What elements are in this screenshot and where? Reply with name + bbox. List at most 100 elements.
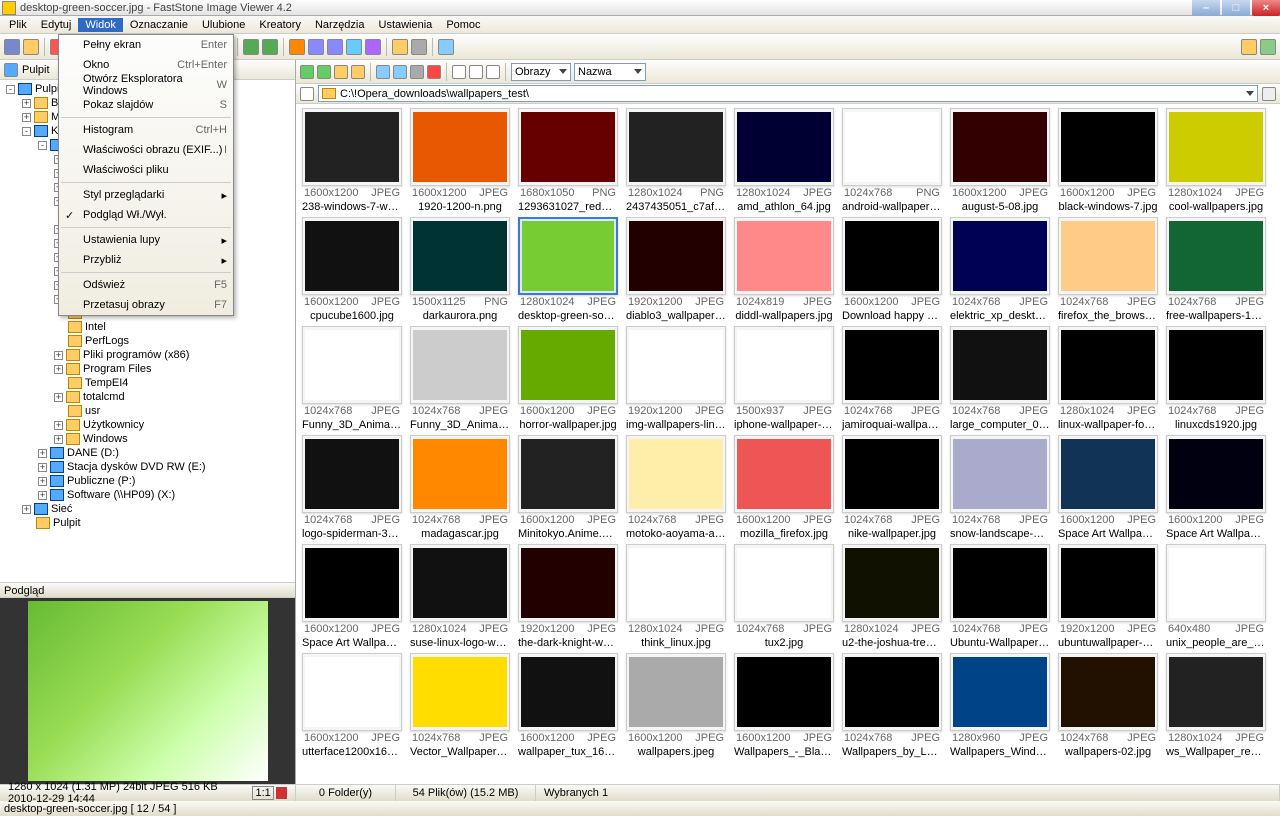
redo-icon[interactable] (262, 39, 278, 55)
thumbnail[interactable]: 1280x1024JPEGcool-wallpapers.jpg (1164, 108, 1268, 213)
thumbnail[interactable]: 640x480JPEGunix_people_are_hap... (1164, 544, 1268, 649)
ratio-button[interactable]: 1:1 (252, 786, 273, 800)
thumbnail[interactable]: 1024x768JPEGWallpapers_by_Lubel... (840, 653, 944, 758)
menu-item[interactable]: ✓Podgląd Wł./Wył. (59, 205, 233, 225)
thumbnail[interactable]: 1600x1200JPEGutterface1200x1600.j... (300, 653, 404, 758)
view-thumbs-icon[interactable] (452, 65, 466, 79)
thumbnail[interactable]: 1600x1200JPEG1920-1200-n.png (408, 108, 512, 213)
tree-node[interactable]: +totalcmd (2, 390, 293, 404)
delete-icon[interactable] (427, 65, 441, 79)
menu-item[interactable]: HistogramCtrl+H (59, 120, 233, 140)
thumbnail[interactable]: 1280x1024JPEGlinux-wallpaper-for-... (1056, 326, 1160, 431)
close-button[interactable]: × (1252, 0, 1280, 16)
thumbnail[interactable]: 1600x1200JPEGaugust-5-08.jpg (948, 108, 1052, 213)
thumbnail[interactable]: 1600x1200JPEGwallpaper_tux_1600.j... (516, 653, 620, 758)
tool-icon[interactable] (289, 39, 305, 55)
maximize-button[interactable]: □ (1222, 0, 1250, 16)
tree-node[interactable]: Pulpit (2, 516, 293, 530)
tree-node[interactable]: usr (2, 404, 293, 418)
tree-node[interactable]: Intel (2, 320, 293, 334)
view-list-icon[interactable] (469, 65, 483, 79)
thumbnail[interactable]: 1600x1200JPEGMinitokyo.Anime.W... (516, 435, 620, 540)
menu-edytuj[interactable]: Edytuj (34, 18, 79, 32)
mail-icon[interactable] (392, 39, 408, 55)
thumbnail[interactable]: 1500x1125PNGdarkaurora.png (408, 217, 512, 322)
thumbnail[interactable]: 1600x1200JPEGwallpapers.jpeg (624, 653, 728, 758)
forward-icon[interactable] (317, 65, 331, 79)
thumbnail[interactable]: 1024x768JPEGjamiroquai-wallpap... (840, 326, 944, 431)
thumbnail[interactable]: 1920x1200JPEGdiablo3_wallpapers-... (624, 217, 728, 322)
tool-icon[interactable] (308, 39, 324, 55)
thumbnail[interactable]: 1280x1024JPEGsuse-linux-logo-wall... (408, 544, 512, 649)
thumbnail[interactable]: 1600x1200JPEGDownload happy ne... (840, 217, 944, 322)
thumbnail[interactable]: 1600x1200JPEGSpace Art Wallpaper... (1164, 435, 1268, 540)
thumbnail[interactable]: 1600x1200JPEGhorror-wallpaper.jpg (516, 326, 620, 431)
layout-icon[interactable] (1241, 39, 1257, 55)
thumbnail[interactable]: 1280x1024JPEGu2-the-joshua-tree-... (840, 544, 944, 649)
stop-icon[interactable] (300, 87, 314, 101)
thumbnail[interactable]: 1600x1200JPEGcpucube1600.jpg (300, 217, 404, 322)
tree-node[interactable]: +Stacja dysków DVD RW (E:) (2, 460, 293, 474)
tree-node[interactable]: +Windows (2, 432, 293, 446)
thumbnail[interactable]: 1920x1200JPEGthe-dark-knight-wall... (516, 544, 620, 649)
print-icon[interactable] (411, 39, 427, 55)
menu-item[interactable]: Przybliż▸ (59, 250, 233, 270)
thumbnail[interactable]: 1280x1024PNG2437435051_c7af6f40... (624, 108, 728, 213)
thumbnail[interactable]: 1920x1200JPEGubuntuwallpaper-co... (1056, 544, 1160, 649)
menu-ulubione[interactable]: Ulubione (195, 18, 252, 32)
back-icon[interactable] (300, 65, 314, 79)
thumbnail[interactable]: 1024x768JPEGfree-wallpapers-1+1... (1164, 217, 1268, 322)
tree-node[interactable]: +Sieć (2, 502, 293, 516)
copy-icon[interactable] (4, 39, 20, 55)
thumbnail[interactable]: 1920x1200JPEGimg-wallpapers-linu... (624, 326, 728, 431)
tool-icon[interactable] (346, 39, 362, 55)
record-icon[interactable] (276, 787, 287, 799)
menu-item[interactable]: Właściwości obrazu (EXIF...)I (59, 140, 233, 160)
move-icon[interactable] (393, 65, 407, 79)
thumbnail[interactable]: 1600x1200JPEGWallpapers_-_Black_... (732, 653, 836, 758)
view-details-icon[interactable] (486, 65, 500, 79)
minimize-button[interactable]: – (1192, 0, 1220, 16)
menu-narzędzia[interactable]: Narzędzia (308, 18, 372, 32)
thumbnail[interactable]: 1600x1200JPEGSpace Art Wallpaper... (1056, 435, 1160, 540)
thumbnail[interactable]: 1024x768JPEGVector_Wallpapers_0... (408, 653, 512, 758)
thumbnail[interactable]: 1024x768JPEGlarge_computer_001... (948, 326, 1052, 431)
menu-item[interactable]: Otwórz Eksploratora WindowsW (59, 75, 233, 95)
menu-item[interactable]: Przetasuj obrazyF7 (59, 295, 233, 315)
tree-node[interactable]: PerfLogs (2, 334, 293, 348)
menu-oznaczanie[interactable]: Oznaczanie (123, 18, 195, 32)
tree-node[interactable]: TempEI4 (2, 376, 293, 390)
thumbnail[interactable]: 1024x768JPEGfirefox_the_browser... (1056, 217, 1160, 322)
tree-node[interactable]: +Pliki programów (x86) (2, 348, 293, 362)
thumbnail[interactable]: 1280x1024JPEGamd_athlon_64.jpg (732, 108, 836, 213)
menu-item[interactable]: Właściwości pliku (59, 160, 233, 180)
thumbnail[interactable]: 1024x768JPEGwallpapers-02.jpg (1056, 653, 1160, 758)
thumbnail[interactable]: 1024x768JPEGlogo-spiderman-3-w... (300, 435, 404, 540)
undo-icon[interactable] (243, 39, 259, 55)
menu-widok[interactable]: Widok (78, 18, 123, 32)
thumbnail[interactable]: 1500x937JPEGiphone-wallpaper-v1... (732, 326, 836, 431)
history-icon[interactable] (1262, 87, 1276, 101)
thumbnail[interactable]: 1024x768JPEGmadagascar.jpg (408, 435, 512, 540)
tool-icon[interactable] (327, 39, 343, 55)
tool-icon[interactable] (438, 39, 454, 55)
thumbnail[interactable]: 1024x768JPEGlinuxcds1920.jpg (1164, 326, 1268, 431)
thumbnail[interactable]: 1024x768JPEGelektric_xp_desktop_... (948, 217, 1052, 322)
thumbnail[interactable]: 1280x960JPEGWallpapers_Window... (948, 653, 1052, 758)
address-input[interactable]: C:\!Opera_downloads\wallpapers_test\ (318, 85, 1258, 102)
thumbnail-grid[interactable]: 1600x1200JPEG238-windows-7-wall...1600x1… (296, 104, 1280, 784)
menu-item[interactable]: Pokaz slajdówS (59, 95, 233, 115)
tree-node[interactable]: +DANE (D:) (2, 446, 293, 460)
thumbnail[interactable]: 1024x768JPEGFunny_3D_Animals_... (408, 326, 512, 431)
menu-pomoc[interactable]: Pomoc (439, 18, 487, 32)
menu-ustawienia[interactable]: Ustawienia (372, 18, 440, 32)
thumbnail[interactable]: 1600x1200JPEGSpace Art Wallpaper... (300, 544, 404, 649)
thumbnail[interactable]: 1024x768JPEGsnow-landscape-wal... (948, 435, 1052, 540)
thumbnail[interactable]: 1280x1024JPEGws_Wallpaper_remin... (1164, 653, 1268, 758)
thumbnail[interactable]: 1600x1200JPEGmozilla_firefox.jpg (732, 435, 836, 540)
folder-icon[interactable] (23, 39, 39, 55)
menu-kreatory[interactable]: Kreatory (252, 18, 308, 32)
thumbnail[interactable]: 1280x1024JPEGthink_linux.jpg (624, 544, 728, 649)
tool-icon[interactable] (365, 39, 381, 55)
filter-combo[interactable]: Obrazy (511, 63, 571, 81)
